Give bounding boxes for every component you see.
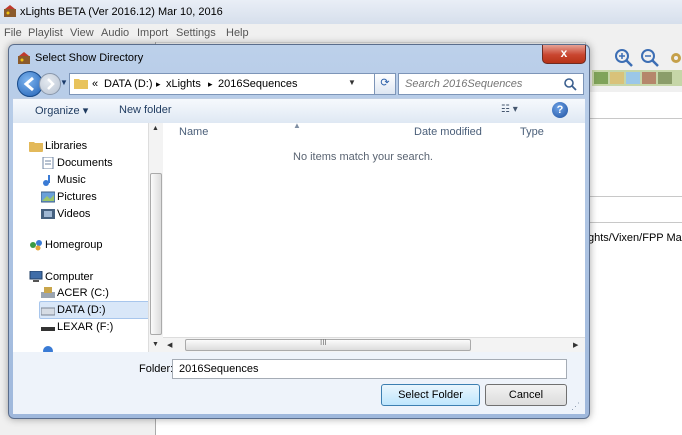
address-overflow[interactable]: «: [92, 78, 98, 90]
effects-icon-strip: [592, 70, 682, 86]
close-button[interactable]: x: [542, 45, 586, 64]
library-icon: [29, 142, 43, 152]
nav-item-acer-c[interactable]: ACER (C:): [57, 287, 109, 299]
menu-settings[interactable]: Settings: [176, 27, 216, 39]
refresh-button[interactable]: ⟳: [374, 73, 396, 95]
refresh-icon: ⟳: [380, 77, 390, 89]
nav-item-data-d[interactable]: DATA (D:): [57, 304, 105, 316]
nav-item-documents[interactable]: Documents: [57, 157, 113, 169]
usb-drive-icon: [41, 327, 55, 331]
forward-button[interactable]: [39, 73, 61, 95]
search-box[interactable]: [398, 73, 584, 95]
nav-item-libraries[interactable]: Libraries: [45, 140, 87, 152]
xlights-app-icon: [4, 5, 16, 17]
background-path-text: ghts/Vixen/FPP Map: [588, 232, 682, 244]
menu-playlist[interactable]: Playlist: [28, 27, 63, 39]
change-view-icon[interactable]: ☷ ▾: [501, 104, 518, 115]
file-list-pane: Name ▲ Date modified Type No items match…: [163, 121, 585, 352]
nav-item-lexar-f[interactable]: LEXAR (F:): [57, 321, 113, 333]
nav-item-computer[interactable]: Computer: [45, 271, 93, 283]
effect-icon[interactable]: [594, 72, 608, 84]
pictures-icon: [41, 191, 55, 203]
breadcrumb-xlights[interactable]: xLights: [166, 78, 201, 90]
menu-audio[interactable]: Audio: [101, 27, 129, 39]
folder-name-field[interactable]: [172, 359, 567, 379]
organize-button[interactable]: Organize ▾: [35, 104, 88, 117]
effect-icon[interactable]: [658, 72, 672, 84]
search-input[interactable]: [403, 76, 557, 92]
menu-file[interactable]: File: [4, 27, 22, 39]
breadcrumb-separator[interactable]: ▸: [208, 79, 213, 90]
navigation-pane: Libraries Documents Music Pictures Video…: [13, 123, 163, 355]
zoom-in-icon[interactable]: [614, 48, 634, 68]
new-folder-button[interactable]: New folder: [119, 104, 172, 116]
zoom-out-icon[interactable]: [640, 48, 660, 68]
folder-label: Folder:: [139, 363, 174, 375]
address-dropdown-icon[interactable]: ▼: [348, 78, 356, 87]
background-divider: [588, 196, 682, 197]
drive-icon: [41, 287, 55, 298]
horizontal-scroll-thumb[interactable]: III: [185, 338, 471, 351]
breadcrumb-separator[interactable]: ▸: [156, 79, 161, 90]
scroll-grip: III: [320, 338, 327, 347]
empty-folder-message: No items match your search.: [293, 151, 433, 163]
effect-icon[interactable]: [642, 72, 656, 84]
folder-name-input[interactable]: [177, 362, 561, 376]
documents-icon: [42, 157, 54, 169]
scroll-down-icon[interactable]: ▼: [152, 341, 159, 348]
scroll-right-icon[interactable]: ▶: [573, 341, 578, 349]
folder-icon: [74, 79, 88, 89]
column-header-name[interactable]: Name: [179, 126, 208, 138]
background-divider: [588, 118, 682, 119]
address-bar[interactable]: « DATA (D:) ▸ xLights ▸ 2016Sequences ▼: [69, 73, 392, 95]
dialog-title: Select Show Directory: [35, 52, 144, 64]
app-menu-bar: File Playlist View Audio Import Settings…: [0, 24, 682, 43]
help-icon[interactable]: ?: [552, 102, 568, 118]
app-title-bar: xLights BETA (Ver 2016.12) Mar 10, 2016: [0, 0, 682, 24]
nav-item-videos[interactable]: Videos: [57, 208, 90, 220]
menu-help[interactable]: Help: [226, 27, 249, 39]
drive-icon: [41, 307, 55, 316]
scroll-up-icon[interactable]: ▲: [152, 125, 159, 132]
menu-import[interactable]: Import: [137, 27, 168, 39]
computer-icon: [29, 271, 43, 282]
music-icon: [43, 175, 50, 186]
sort-ascending-icon: ▲: [293, 121, 301, 130]
menu-view[interactable]: View: [70, 27, 94, 39]
nav-item-pictures[interactable]: Pictures: [57, 191, 97, 203]
nav-item-music[interactable]: Music: [57, 174, 86, 186]
cancel-button[interactable]: Cancel: [485, 384, 567, 406]
nav-item-homegroup[interactable]: Homegroup: [45, 239, 102, 251]
resize-grip-icon[interactable]: ⋰: [571, 401, 580, 412]
breadcrumb-2016sequences[interactable]: 2016Sequences: [218, 78, 298, 90]
gear-icon[interactable]: [666, 48, 682, 68]
column-header-date-modified[interactable]: Date modified: [414, 126, 482, 138]
scroll-left-icon[interactable]: ◀: [167, 341, 172, 349]
dialog-app-icon: [18, 52, 30, 64]
background-divider: [588, 222, 682, 223]
select-folder-button[interactable]: Select Folder: [381, 384, 480, 406]
effect-icon[interactable]: [610, 72, 624, 84]
app-title: xLights BETA (Ver 2016.12) Mar 10, 2016: [20, 6, 223, 18]
nav-scroll-thumb[interactable]: [150, 173, 162, 335]
breadcrumb-data-drive[interactable]: DATA (D:): [104, 78, 152, 90]
effect-icon[interactable]: [626, 72, 640, 84]
select-show-directory-dialog: Select Show Directory x ▼ « DATA (D:) ▸ …: [8, 44, 590, 419]
history-dropdown-icon[interactable]: ▼: [60, 78, 68, 88]
column-header-type[interactable]: Type: [520, 126, 544, 138]
search-icon[interactable]: [563, 77, 577, 91]
homegroup-icon: [30, 240, 42, 251]
forward-arrow-icon: [47, 78, 55, 90]
videos-icon: [41, 209, 55, 219]
